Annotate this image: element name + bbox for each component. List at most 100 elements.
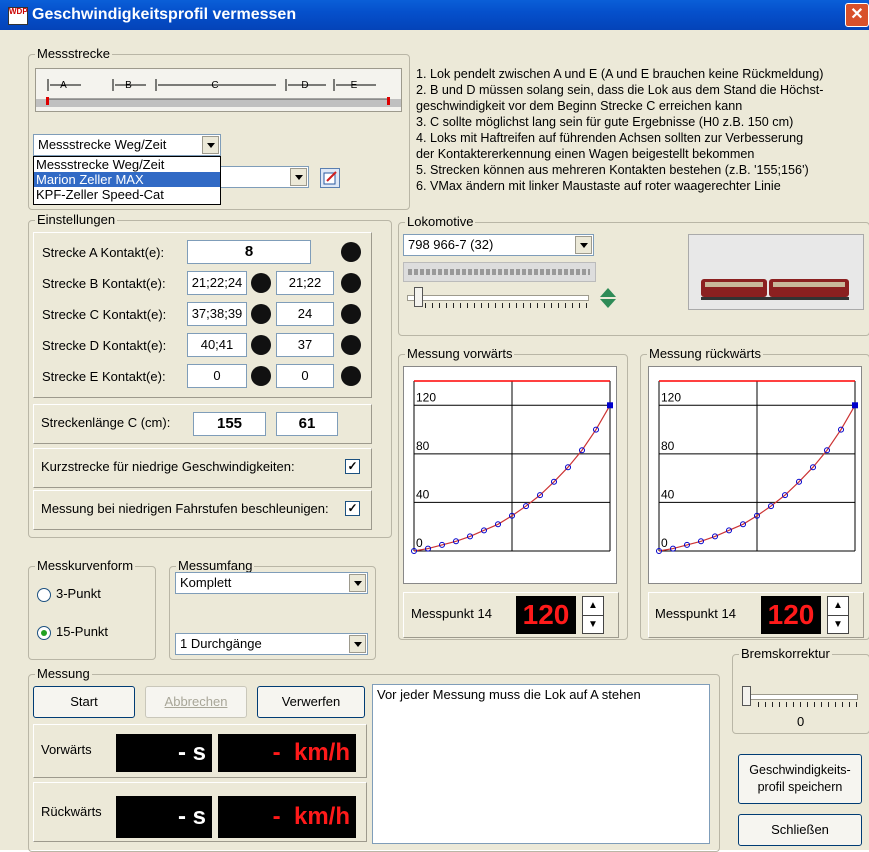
messstrecke-type-combo[interactable]: Messstrecke Weg/Zeit — [33, 134, 221, 156]
close-icon[interactable]: ✕ — [845, 3, 869, 27]
app-icon: WDP — [8, 7, 28, 25]
chart-point — [852, 402, 858, 409]
chevron-down-icon[interactable] — [349, 574, 366, 592]
chevron-down-icon[interactable] — [290, 168, 307, 186]
discard-button[interactable]: Verwerfen — [257, 686, 365, 718]
chart-tick-label: 0 — [661, 536, 668, 550]
forward-point-label: Messpunkt 14 — [411, 606, 492, 621]
forward-value-display: 120 — [516, 596, 576, 634]
forward-seconds-unit: s — [192, 739, 206, 766]
dropdown-option[interactable]: Marion Zeller MAX — [34, 172, 220, 187]
contact-field-3-a[interactable]: 40;41 — [187, 333, 247, 357]
backward-chart[interactable]: 0 40 80 120 — [648, 366, 862, 584]
messstrecke-type-dropdown-list[interactable]: Messstrecke Weg/Zeit Marion Zeller MAX KPF… — [33, 156, 221, 205]
backward-seconds-unit: s — [192, 803, 206, 830]
chart-tick-label: 40 — [416, 487, 430, 501]
length-field-1[interactable]: 155 — [193, 412, 266, 436]
contact-field-0[interactable]: 8 — [187, 240, 311, 264]
accel-checkbox[interactable]: ✓ — [345, 501, 360, 516]
loco-speed-bar — [403, 262, 596, 282]
chart-tick-label: 40 — [661, 487, 675, 501]
short-label: Kurzstrecke für niedrige Geschwindigkeit… — [41, 459, 295, 474]
backward-kmh-display: - km/h — [218, 796, 356, 838]
contact-field-1-b[interactable]: 21;22 — [276, 271, 334, 295]
backward-spinner[interactable]: ▲ ▼ — [827, 596, 849, 634]
contact-field-4-a[interactable]: 0 — [187, 364, 247, 388]
title-bar[interactable]: WDP Geschwindigkeitsprofil vermessen ✕ — [0, 0, 869, 30]
lokomotive-label: Lokomotive — [405, 214, 476, 229]
loco-down-icon[interactable] — [600, 299, 616, 308]
contact-status-led — [341, 242, 361, 262]
forward-spinner[interactable]: ▲ ▼ — [582, 596, 604, 634]
forward-result-label: Vorwärts — [41, 742, 92, 757]
instruction-line: 4. Loks mit Haftreifen auf führenden Ach… — [416, 131, 804, 145]
track-diagram: ABCDE — [35, 68, 402, 112]
dropdown-option[interactable]: Messstrecke Weg/Zeit — [34, 157, 220, 172]
brake-slider-thumb[interactable] — [742, 686, 751, 706]
contact-status-led — [341, 304, 361, 324]
close-button[interactable]: Schließen — [738, 814, 862, 846]
spin-up-icon[interactable]: ▲ — [583, 597, 603, 616]
contact-field-2-b[interactable]: 24 — [276, 302, 334, 326]
spin-down-icon[interactable]: ▼ — [828, 616, 848, 634]
contact-row-label: Strecke A Kontakt(e): — [42, 245, 165, 260]
loco-combo[interactable]: 798 966-7 (32) — [403, 234, 594, 256]
contact-field-2-a[interactable]: 37;38;39 — [187, 302, 247, 326]
length-field-2[interactable]: 61 — [276, 412, 338, 436]
instruction-line: 2. B und D müssen solang sein, dass die … — [416, 83, 824, 97]
scope-combo[interactable]: Komplett — [175, 572, 368, 594]
scope-value: Komplett — [180, 575, 232, 590]
loco-slider-thumb[interactable] — [413, 287, 423, 307]
message-log[interactable]: Vor jeder Messung muss die Lok auf A ste… — [372, 684, 710, 844]
abort-button[interactable]: Abbrechen — [145, 686, 247, 718]
backward-seconds-value: - — [177, 803, 186, 830]
contact-row-label: Strecke D Kontakt(e): — [42, 338, 167, 353]
backward-seconds-display: - s — [116, 796, 212, 838]
window-title: Geschwindigkeitsprofil vermessen — [32, 6, 297, 23]
radio-15-punkt[interactable] — [37, 626, 51, 640]
forward-chart[interactable]: 0 40 80 120 — [403, 366, 617, 584]
spin-down-icon[interactable]: ▼ — [583, 616, 603, 634]
chevron-down-icon[interactable] — [575, 236, 592, 254]
brake-slider[interactable] — [740, 686, 862, 712]
bremskorrektur-label: Bremskorrektur — [739, 646, 832, 661]
save-profile-button-line: Geschwindigkeits- — [749, 763, 851, 777]
instruction-line: 6. VMax ändern mit linker Maustaste auf … — [416, 179, 781, 193]
loco-image — [688, 234, 864, 310]
train-icon — [701, 279, 849, 300]
short-checkbox[interactable]: ✓ — [345, 459, 360, 474]
chart-tick-label: 0 — [416, 536, 423, 550]
radio-15-punkt-label[interactable]: 15-Punkt — [56, 624, 108, 639]
contact-row-label: Strecke B Kontakt(e): — [42, 276, 166, 291]
chart-tick-label: 120 — [661, 390, 681, 404]
loco-speed-slider[interactable] — [403, 287, 593, 313]
loco-up-icon[interactable] — [600, 288, 616, 297]
chevron-down-icon[interactable] — [202, 136, 219, 154]
radio-3-punkt-label[interactable]: 3-Punkt — [56, 586, 101, 601]
contact-field-4-b[interactable]: 0 — [276, 364, 334, 388]
chart-point — [607, 402, 613, 409]
contact-field-3-b[interactable]: 37 — [276, 333, 334, 357]
messstrecke-type-value: Messstrecke Weg/Zeit — [38, 137, 167, 152]
chevron-down-icon[interactable] — [349, 635, 366, 653]
dropdown-option[interactable]: KPF-Zeller Speed-Cat — [34, 187, 220, 202]
save-profile-button-line: profil speichern — [757, 780, 843, 794]
passes-combo[interactable]: 1 Durchgänge — [175, 633, 368, 655]
contact-row-label: Strecke E Kontakt(e): — [42, 369, 166, 384]
chart-tick-label: 120 — [416, 390, 436, 404]
contact-status-led — [251, 304, 271, 324]
instruction-line: der Kontaktererkennung einen Wagen beige… — [416, 147, 755, 161]
dialog-window: WDP Geschwindigkeitsprofil vermessen ✕ M… — [0, 0, 869, 852]
backward-label: Messung rückwärts — [647, 346, 763, 361]
contact-row-label: Strecke C Kontakt(e): — [42, 307, 167, 322]
messkurvenform-label: Messkurvenform — [35, 558, 136, 573]
radio-3-punkt[interactable] — [37, 588, 51, 602]
spin-up-icon[interactable]: ▲ — [828, 597, 848, 616]
contact-status-led — [341, 335, 361, 355]
save-profile-button[interactable]: Geschwindigkeits-profil speichern — [738, 754, 862, 804]
edit-icon[interactable] — [320, 168, 340, 188]
backward-point-label: Messpunkt 14 — [655, 606, 736, 621]
contact-field-1-a[interactable]: 21;22;24 — [187, 271, 247, 295]
start-button[interactable]: Start — [33, 686, 135, 718]
backward-value-display: 120 — [761, 596, 821, 634]
